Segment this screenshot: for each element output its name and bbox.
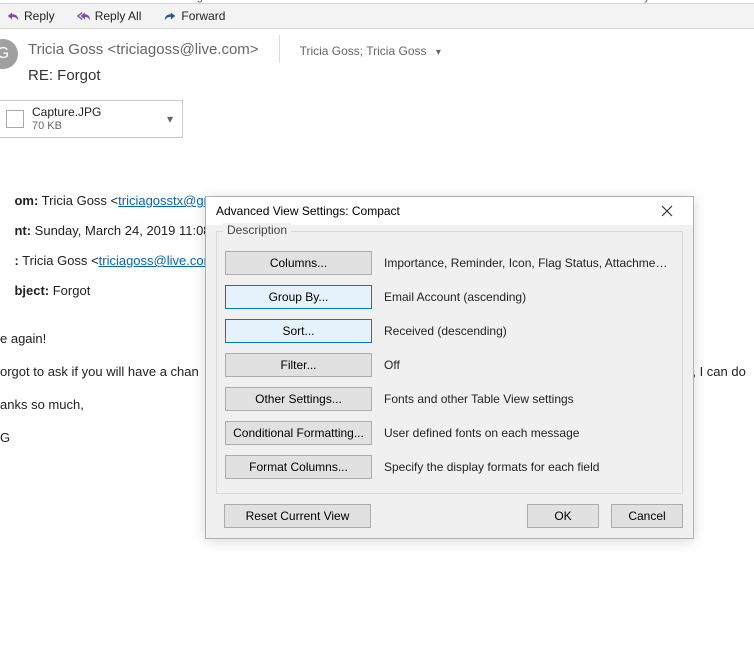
- avatar: G: [0, 39, 18, 69]
- ok-button[interactable]: OK: [527, 504, 599, 528]
- dialog-titlebar: Advanced View Settings: Compact: [206, 197, 693, 225]
- email-header: G Tricia Goss <triciagoss@live.com> Tric…: [0, 29, 754, 100]
- forward-button[interactable]: Forward: [157, 7, 231, 25]
- cancel-button[interactable]: Cancel: [611, 504, 683, 528]
- chevron-down-icon[interactable]: ▾: [436, 47, 441, 58]
- filter-value: Off: [384, 358, 674, 372]
- body-from-label: om:: [14, 193, 38, 208]
- conditional-formatting-button[interactable]: Conditional Formatting...: [225, 421, 372, 445]
- header-divider: [279, 35, 280, 63]
- body-subject-label: bject:: [14, 283, 49, 298]
- attachments-area: Capture.JPG 70 KB ▾: [0, 100, 754, 178]
- from-line: Tricia Goss <triciagoss@live.com>: [28, 41, 259, 58]
- format-columns-button[interactable]: Format Columns...: [225, 455, 372, 479]
- reply-button[interactable]: Reply: [0, 7, 61, 25]
- body-to-link[interactable]: triciagoss@live.com: [99, 253, 215, 268]
- columns-value: Importance, Reminder, Icon, Flag Status,…: [384, 256, 674, 270]
- group-by-value: Email Account (ascending): [384, 290, 674, 304]
- sort-value: Received (descending): [384, 324, 674, 338]
- reply-all-label: Reply All: [95, 9, 142, 23]
- group-by-button[interactable]: Group By...: [225, 285, 372, 309]
- reply-toolbar: Reply Reply All Forward: [0, 4, 754, 29]
- ribbon-tab-arrangement[interactable]: Arrangement: [170, 0, 234, 3]
- sort-button[interactable]: Sort...: [225, 319, 372, 343]
- attachment-name: Capture.JPG: [32, 106, 101, 119]
- dialog-title-text: Advanced View Settings: Compact: [216, 204, 649, 218]
- forward-icon: [163, 9, 177, 23]
- reply-label: Reply: [24, 9, 55, 23]
- columns-button[interactable]: Columns...: [225, 251, 372, 275]
- forward-label: Forward: [181, 9, 225, 23]
- body-sent-label: nt:: [14, 223, 31, 238]
- format-columns-value: Specify the display formats for each fie…: [384, 460, 674, 474]
- reply-icon: [6, 9, 20, 23]
- to-line[interactable]: Tricia Goss; Tricia Goss ▾: [300, 40, 441, 58]
- description-group-label: Description: [223, 223, 291, 237]
- image-file-icon: [6, 110, 24, 128]
- ribbon-tab-strip: Arrangement Layout: [0, 0, 754, 4]
- conditional-formatting-value: User defined fonts on each message: [384, 426, 674, 440]
- ribbon-tab-layout[interactable]: Layout: [632, 0, 665, 3]
- reset-current-view-button[interactable]: Reset Current View: [224, 504, 371, 528]
- reply-all-icon: [77, 9, 91, 23]
- advanced-view-settings-dialog: Advanced View Settings: Compact Descript…: [205, 196, 694, 539]
- other-settings-value: Fonts and other Table View settings: [384, 392, 674, 406]
- subject-line: RE: Forgot: [28, 67, 754, 84]
- other-settings-button[interactable]: Other Settings...: [225, 387, 372, 411]
- dialog-footer: Reset Current View OK Cancel: [206, 504, 693, 538]
- dialog-close-button[interactable]: [649, 198, 685, 224]
- to-text: Tricia Goss; Tricia Goss: [300, 44, 427, 58]
- attachment-chip[interactable]: Capture.JPG 70 KB ▾: [0, 100, 183, 138]
- attachment-dropdown[interactable]: ▾: [162, 101, 178, 137]
- reply-all-button[interactable]: Reply All: [71, 7, 148, 25]
- attachment-size: 70 KB: [32, 120, 101, 132]
- description-group: Description Columns... Importance, Remin…: [216, 231, 683, 494]
- filter-button[interactable]: Filter...: [225, 353, 372, 377]
- close-icon: [661, 205, 673, 217]
